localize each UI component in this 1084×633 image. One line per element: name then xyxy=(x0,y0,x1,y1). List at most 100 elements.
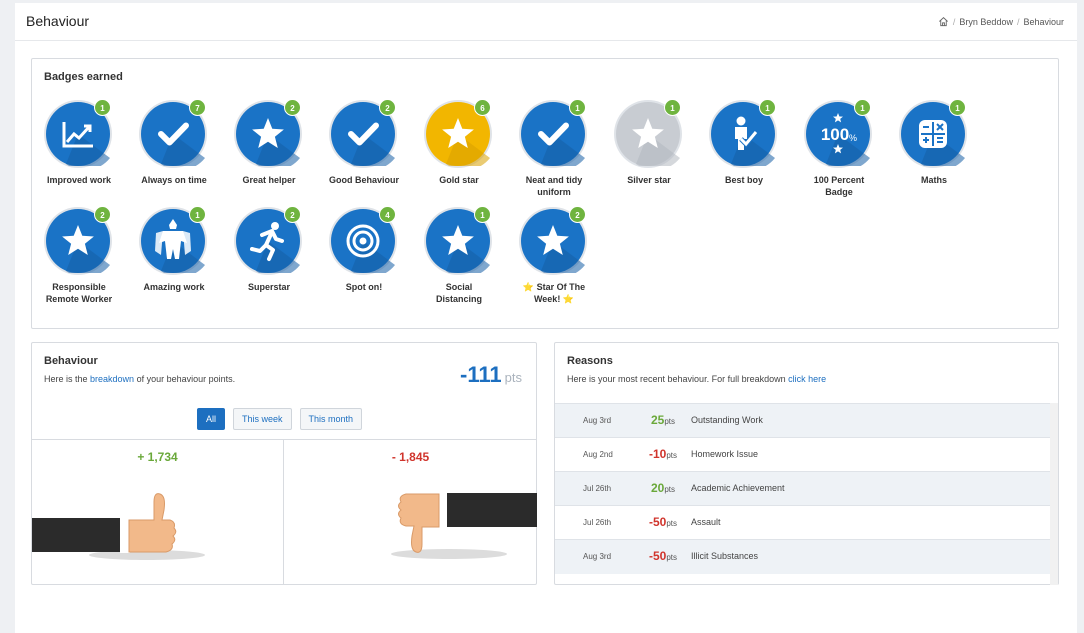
filter-this-week-button[interactable]: This week xyxy=(233,408,292,430)
reason-text: Outstanding Work xyxy=(691,415,763,425)
reasons-table: Aug 3rd 25pts Outstanding Work Aug 2nd -… xyxy=(555,403,1050,574)
badge-label: Improved work xyxy=(46,175,111,185)
thumbs-down-icon xyxy=(391,492,537,559)
reason-date: Aug 3rd xyxy=(583,416,612,425)
thumbs-up-icon xyxy=(32,493,205,560)
svg-text:%: % xyxy=(849,133,857,143)
reason-score: 25pts xyxy=(643,413,683,427)
reason-score-value: -10 xyxy=(648,447,667,461)
badges-panel: Badges earned 1 Improved work 7 Always on t… xyxy=(31,58,1059,329)
badge-count: 4 xyxy=(379,206,396,223)
badge-label: Neat and tidy uniform xyxy=(525,175,583,197)
reason-score-unit: pts xyxy=(666,553,677,562)
reasons-panel-title: Reasons xyxy=(567,355,613,367)
home-icon[interactable] xyxy=(938,16,949,27)
badge-count: 1 xyxy=(854,99,871,116)
positive-points-value: + 1,734 xyxy=(137,450,178,464)
reason-date: Jul 26th xyxy=(583,518,612,527)
behaviour-subtitle: Here is the breakdown of your behaviour … xyxy=(44,374,235,384)
badges-panel-title: Badges earned xyxy=(44,71,123,83)
reason-row[interactable]: Aug 2nd -10pts Homework Issue xyxy=(555,438,1050,472)
reason-date: Aug 2nd xyxy=(583,450,613,459)
reason-text: Homework Issue xyxy=(691,449,759,459)
reason-row[interactable]: Aug 3rd -50pts Illicit Substances xyxy=(555,540,1050,574)
badge-label: Best boy xyxy=(724,175,763,185)
behaviour-panel: Behaviour Here is the breakdown of your … xyxy=(31,342,537,585)
badge-count: 1 xyxy=(664,99,681,116)
behaviour-subtitle-text: Here is the xyxy=(44,374,91,384)
badge-label: Responsible Remote Worker xyxy=(45,282,113,304)
badge-count: 1 xyxy=(94,99,111,116)
reason-score: -10pts xyxy=(643,447,683,461)
reason-score-value: -50 xyxy=(648,515,667,529)
full-breakdown-link[interactable]: click here xyxy=(788,374,826,384)
badge-label: Always on time xyxy=(141,175,207,185)
reason-row[interactable]: Jul 26th 20pts Academic Achievement xyxy=(555,472,1050,506)
filter-this-month-button[interactable]: This month xyxy=(299,408,363,430)
reasons-subtitle: Here is your most recent behaviour. For … xyxy=(567,374,826,384)
reason-score-unit: pts xyxy=(664,485,676,494)
positive-points-cell: + 1,734 xyxy=(32,439,284,585)
reason-score-value: -50 xyxy=(648,549,667,563)
total-points-value: -111 xyxy=(460,362,502,387)
reason-score-unit: pts xyxy=(664,417,676,426)
badge-label: Great helper xyxy=(242,175,296,185)
page-title: Behaviour xyxy=(26,13,90,29)
reasons-panel: Reasons Here is your most recent behavio… xyxy=(554,342,1059,585)
negative-points-cell: - 1,845 xyxy=(284,439,537,585)
reason-score-unit: pts xyxy=(666,451,677,460)
reason-score: -50pts xyxy=(643,515,683,529)
badge-count: 2 xyxy=(379,99,396,116)
behaviour-panel-title: Behaviour xyxy=(44,355,98,367)
negative-points-value: - 1,845 xyxy=(391,450,430,464)
breadcrumb-separator: / xyxy=(952,16,956,27)
filter-all-button[interactable]: All xyxy=(197,408,226,430)
badge-count: 2 xyxy=(569,206,586,223)
app-frame: Behaviour / Bryn Beddow / Behaviour Badg… xyxy=(15,3,1077,633)
badge-label: Spot on! xyxy=(345,282,383,292)
reason-score-value: 25 xyxy=(650,413,665,427)
reason-text: Illicit Substances xyxy=(691,551,759,561)
breadcrumb-item-user[interactable]: Bryn Beddow xyxy=(959,17,1013,27)
reasons-scrollbar[interactable] xyxy=(1050,403,1058,585)
breakdown-link[interactable]: breakdown xyxy=(90,374,134,384)
reason-date: Jul 26th xyxy=(583,484,612,493)
badge-count: 2 xyxy=(94,206,111,223)
svg-text:100: 100 xyxy=(821,125,849,144)
badge-label: Gold star xyxy=(439,175,479,185)
badge-label: ⭐ Star Of The Week! ⭐ xyxy=(522,282,586,304)
behaviour-subtitle-text-end: of your behaviour points. xyxy=(134,374,236,384)
badge-count: 2 xyxy=(284,206,301,223)
total-points-unit: pts xyxy=(504,370,522,385)
badge-count: 1 xyxy=(759,99,776,116)
badge-count: 7 xyxy=(189,99,206,116)
badge-count: 6 xyxy=(474,99,491,116)
reason-score-value: 20 xyxy=(650,481,665,495)
reason-row[interactable]: Jul 26th -50pts Assault xyxy=(555,506,1050,540)
time-filter-group: All This week This month xyxy=(197,408,363,430)
badge-label: Good Behaviour xyxy=(328,175,399,185)
reasons-subtitle-text: Here is your most recent behaviour. For … xyxy=(567,374,789,384)
badge-label: Silver star xyxy=(627,175,671,185)
reason-row[interactable]: Aug 3rd 25pts Outstanding Work xyxy=(555,404,1050,438)
reason-score: -50pts xyxy=(643,549,683,563)
badge-label: Superstar xyxy=(247,282,291,292)
reason-score: 20pts xyxy=(643,481,683,495)
reason-text: Academic Achievement xyxy=(691,483,785,493)
breadcrumb-separator: / xyxy=(1016,16,1020,27)
badge-count: 1 xyxy=(189,206,206,223)
reason-date: Aug 3rd xyxy=(583,552,612,561)
badge-count: 1 xyxy=(474,206,491,223)
badge-label: Maths xyxy=(920,175,947,185)
reason-score-unit: pts xyxy=(666,519,677,528)
top-bar: Behaviour / Bryn Beddow / Behaviour xyxy=(15,3,1077,41)
badge-count: 2 xyxy=(284,99,301,116)
badge-count: 1 xyxy=(569,99,586,116)
total-points: -111 pts xyxy=(460,362,522,388)
reason-text: Assault xyxy=(691,517,721,527)
badge-label: Amazing work xyxy=(143,282,205,292)
badge-label: Social Distancing xyxy=(435,282,482,304)
badge-count: 1 xyxy=(949,99,966,116)
badge-label: 100 Percent Badge xyxy=(813,175,865,197)
breadcrumb: / Bryn Beddow / Behaviour xyxy=(938,16,1064,27)
